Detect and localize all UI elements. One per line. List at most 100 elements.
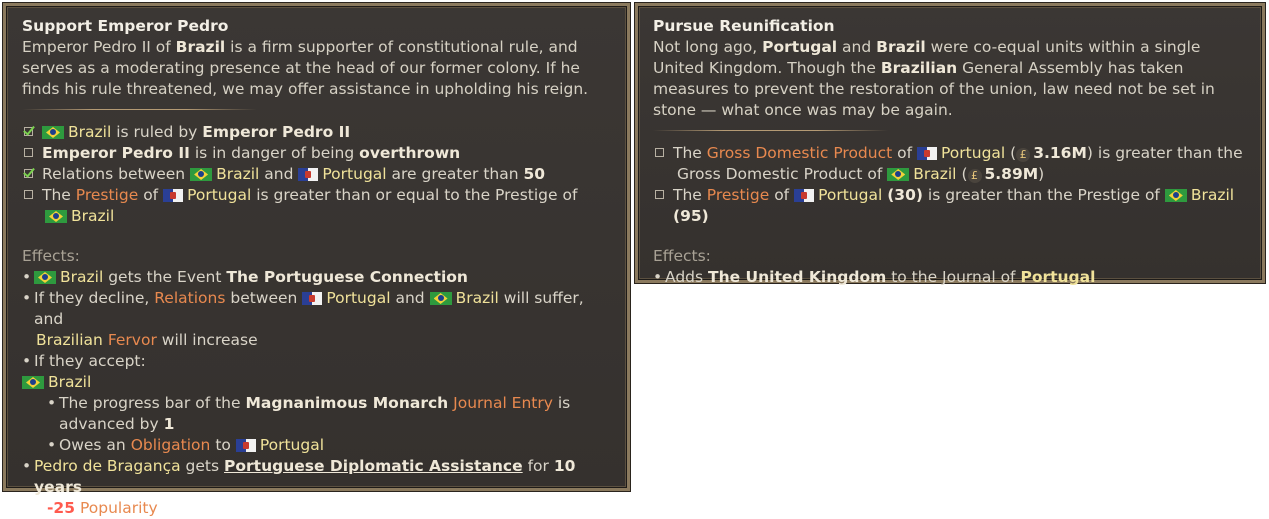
desc-country-brazil: Brazil	[175, 38, 226, 56]
portugal-flag-icon	[794, 189, 815, 202]
country-portugal[interactable]: Portugal	[1020, 268, 1095, 286]
concept-obligation[interactable]: Obligation	[131, 436, 211, 454]
condition-prestige: The Prestige of Portugal (30) is greater…	[653, 185, 1248, 227]
effects-label: Effects:	[653, 247, 711, 265]
journal-entry-name[interactable]: The United Kingdom	[708, 268, 886, 286]
brazil-flag-icon	[887, 168, 910, 181]
popularity-value: -25	[47, 499, 76, 517]
tooltip-pursue-reunification: Pursue Reunification Not long ago, Portu…	[635, 3, 1265, 288]
character-emperor-pedro[interactable]: Emperor Pedro II	[202, 123, 350, 141]
tooltip-title: Support Emperor Pedro	[22, 17, 229, 35]
brazil-flag-icon	[34, 271, 56, 284]
desc-country-portugal: Portugal	[762, 38, 838, 56]
brazil-flag-icon	[42, 126, 64, 139]
concept-prestige[interactable]: Prestige	[707, 186, 769, 204]
effect-text: to	[215, 436, 231, 454]
country-brazil[interactable]: Brazil	[913, 165, 956, 183]
desc-country-brazil: Brazil	[876, 38, 926, 56]
country-portugal[interactable]: Portugal	[187, 186, 251, 204]
brazil-flag-icon	[429, 292, 452, 305]
country-brazil[interactable]: Brazil	[60, 268, 103, 286]
country-portugal[interactable]: Portugal	[818, 186, 882, 204]
pound-icon: £	[967, 169, 982, 183]
cond-text: )	[1038, 165, 1045, 183]
checkbox-unchecked-icon	[24, 148, 33, 157]
concept-fervor[interactable]: Fervor	[108, 331, 157, 349]
portugal-flag-icon	[163, 189, 184, 202]
country-adjective-brazilian[interactable]: Brazilian	[36, 331, 103, 349]
effect-text: to the Journal of	[891, 268, 1016, 286]
cond-value: 50	[523, 165, 546, 183]
cond-text: is greater than the Prestige of	[927, 186, 1160, 204]
effect-progress: The progress bar of the Magnanimous Mona…	[22, 393, 613, 435]
desc-text: and	[837, 38, 877, 56]
country-brazil[interactable]: Brazil	[71, 207, 114, 225]
effect-value: 1	[163, 415, 175, 433]
cond-text: of	[774, 186, 790, 204]
journal-entry-name[interactable]: Magnanimous Monarch	[245, 394, 448, 412]
modifier-link[interactable]: Portuguese Diplomatic Assistance	[224, 457, 523, 475]
country-brazil[interactable]: Brazil	[1191, 186, 1234, 204]
portugal-flag-icon	[298, 168, 319, 181]
portugal-flag-icon	[302, 292, 323, 305]
effect-text: for	[527, 457, 549, 475]
country-portugal[interactable]: Portugal	[326, 289, 390, 307]
concept-popularity[interactable]: Popularity	[80, 499, 158, 517]
checkbox-unchecked-icon	[655, 148, 664, 157]
effect-popularity: -25 Popularity	[22, 498, 613, 519]
effect-diplomatic-assistance: Pedro de Bragança gets Portuguese Diplom…	[22, 456, 613, 498]
effect-text: If they decline,	[34, 289, 150, 307]
concept-gdp[interactable]: Gross Domestic Product	[707, 144, 892, 162]
country-portugal[interactable]: Portugal	[941, 144, 1005, 162]
cond-text: is in danger of being	[194, 144, 355, 162]
pound-icon: £	[1016, 148, 1031, 162]
portugal-flag-icon	[235, 439, 256, 452]
cond-text: The	[673, 144, 702, 162]
concept-relations[interactable]: Relations	[154, 289, 225, 307]
concept-journal-entry[interactable]: Journal Entry	[453, 394, 553, 412]
character-pedro-de-braganca[interactable]: Pedro de Bragança	[34, 457, 181, 475]
cond-text: Gross Domestic Product of	[677, 165, 883, 183]
brazil-flag-icon	[22, 376, 44, 389]
effect-add-journal: Adds The United Kingdom to the Journal o…	[653, 267, 1248, 288]
cond-text: and	[264, 165, 294, 183]
checkbox-unchecked-icon	[24, 190, 33, 199]
country-portugal[interactable]: Portugal	[322, 165, 386, 183]
prestige-value: (30)	[887, 186, 923, 204]
portugal-flag-icon	[917, 147, 938, 160]
cond-text: The	[673, 186, 702, 204]
country-brazil[interactable]: Brazil	[68, 123, 111, 141]
country-brazil[interactable]: Brazil	[216, 165, 259, 183]
cond-keyword-overthrown: overthrown	[359, 144, 461, 162]
condition-brazil-ruled-by: Brazil is ruled by Emperor Pedro II	[22, 122, 613, 143]
gdp-value: 5.89M	[984, 165, 1039, 183]
tooltip-description: Not long ago, Portugal and Brazil were c…	[653, 37, 1248, 121]
desc-adjective-brazilian: Brazilian	[880, 59, 958, 77]
cond-text: are greater than	[391, 165, 519, 183]
brazil-flag-icon	[1164, 189, 1187, 202]
desc-text: Emperor Pedro II of	[22, 38, 176, 56]
effect-text: gets	[185, 457, 220, 475]
effect-text: gets the Event	[108, 268, 222, 286]
brazil-flag-icon	[190, 168, 213, 181]
country-brazil[interactable]: Brazil	[456, 289, 499, 307]
prestige-value: (95)	[673, 207, 709, 225]
checkbox-checked-icon	[24, 127, 33, 136]
gdp-value: 3.16M	[1033, 144, 1087, 162]
country-portugal[interactable]: Portugal	[260, 436, 324, 454]
condition-prestige: The Prestige of Portugal is greater than…	[22, 185, 613, 227]
event-name[interactable]: The Portuguese Connection	[226, 268, 468, 286]
cond-text: is greater than or equal to the Prestige…	[256, 186, 578, 204]
effect-text: Adds	[665, 268, 704, 286]
effects-label: Effects:	[22, 247, 80, 265]
character-emperor-pedro[interactable]: Emperor Pedro II	[42, 144, 190, 162]
cond-text: of	[897, 144, 913, 162]
cond-text: (	[961, 165, 968, 183]
separator	[653, 130, 888, 131]
effect-decline: If they decline, Relations between Portu…	[22, 288, 613, 351]
country-brazil[interactable]: Brazil	[48, 373, 91, 391]
concept-prestige[interactable]: Prestige	[76, 186, 138, 204]
condition-emperor-danger: Emperor Pedro II is in danger of being o…	[22, 143, 613, 164]
effect-text: The progress bar of the	[59, 394, 241, 412]
effect-text: and	[395, 289, 425, 307]
